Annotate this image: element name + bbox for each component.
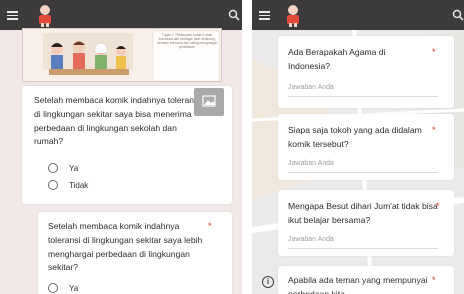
avatar-icon[interactable] xyxy=(282,3,304,27)
radio-icon[interactable] xyxy=(48,283,58,293)
menu-icon[interactable] xyxy=(259,11,270,20)
answer-underline xyxy=(288,248,438,249)
right-phone-screen: Ada Berapakah Agama di Indonesia? * Jawa… xyxy=(252,0,464,294)
avatar-icon[interactable] xyxy=(34,3,56,27)
answer-input[interactable]: Jawaban Anda xyxy=(288,236,334,243)
option-label: Ya xyxy=(69,283,79,293)
answer-underline xyxy=(288,96,438,97)
question-card: Apabila ada teman yang mempunyai perbeda… xyxy=(278,266,454,294)
comic-strip-image: Tugas 2, Pertanyaan untuk 6 anak Indones… xyxy=(22,28,222,82)
required-marker: * xyxy=(208,221,212,231)
app-bar xyxy=(252,0,464,30)
question-text: Siapa saja tokoh yang ada didalam komik … xyxy=(288,125,422,149)
option-tidak[interactable]: Tidak xyxy=(48,180,88,190)
option-label: Tidak xyxy=(69,180,89,190)
left-phone-screen: Tugas 2, Pertanyaan untuk 6 anak Indones… xyxy=(0,0,242,294)
required-marker: * xyxy=(432,125,436,135)
question-text: Apabila ada teman yang mempunyai perbeda… xyxy=(288,275,428,294)
question-text: Mengapa Besut dihari Jum'at tidak bisa i… xyxy=(288,201,438,225)
answer-input[interactable]: Jawaban Anda xyxy=(288,84,334,91)
question-card: Mengapa Besut dihari Jum'at tidak bisa i… xyxy=(278,190,454,256)
question-card: Siapa saja tokoh yang ada didalam komik … xyxy=(278,114,454,180)
app-bar xyxy=(0,0,242,30)
required-marker: * xyxy=(436,201,440,211)
question-text: Ada Berapakah Agama di Indonesia? xyxy=(288,47,386,71)
question-card: Ada Berapakah Agama di Indonesia? * Jawa… xyxy=(278,36,454,108)
option-label: Ya xyxy=(69,163,79,173)
search-icon[interactable] xyxy=(452,9,464,21)
comic-caption: Tugas 2, Pertanyaan untuk 6 anak Indones… xyxy=(157,33,217,49)
required-marker: * xyxy=(432,47,436,57)
question-text: Setelah membaca komik indahnya toleransi… xyxy=(48,221,203,273)
menu-icon[interactable] xyxy=(7,11,18,20)
question-card: Setelah membaca komik indahnya toleransi… xyxy=(38,212,232,294)
answer-underline xyxy=(288,172,438,173)
add-image-button[interactable] xyxy=(194,88,224,116)
question-text: Setelah membaca komik indahnya toleransi… xyxy=(34,95,201,147)
search-icon[interactable] xyxy=(228,9,240,21)
radio-icon[interactable] xyxy=(48,163,58,173)
option-ya[interactable]: Ya xyxy=(48,163,78,173)
option-ya[interactable]: Ya xyxy=(48,283,78,293)
radio-icon[interactable] xyxy=(48,180,58,190)
image-icon xyxy=(202,95,216,107)
required-marker: * xyxy=(432,275,436,285)
answer-input[interactable]: Jawaban Anda xyxy=(288,160,334,167)
info-icon[interactable]: i xyxy=(262,276,274,288)
